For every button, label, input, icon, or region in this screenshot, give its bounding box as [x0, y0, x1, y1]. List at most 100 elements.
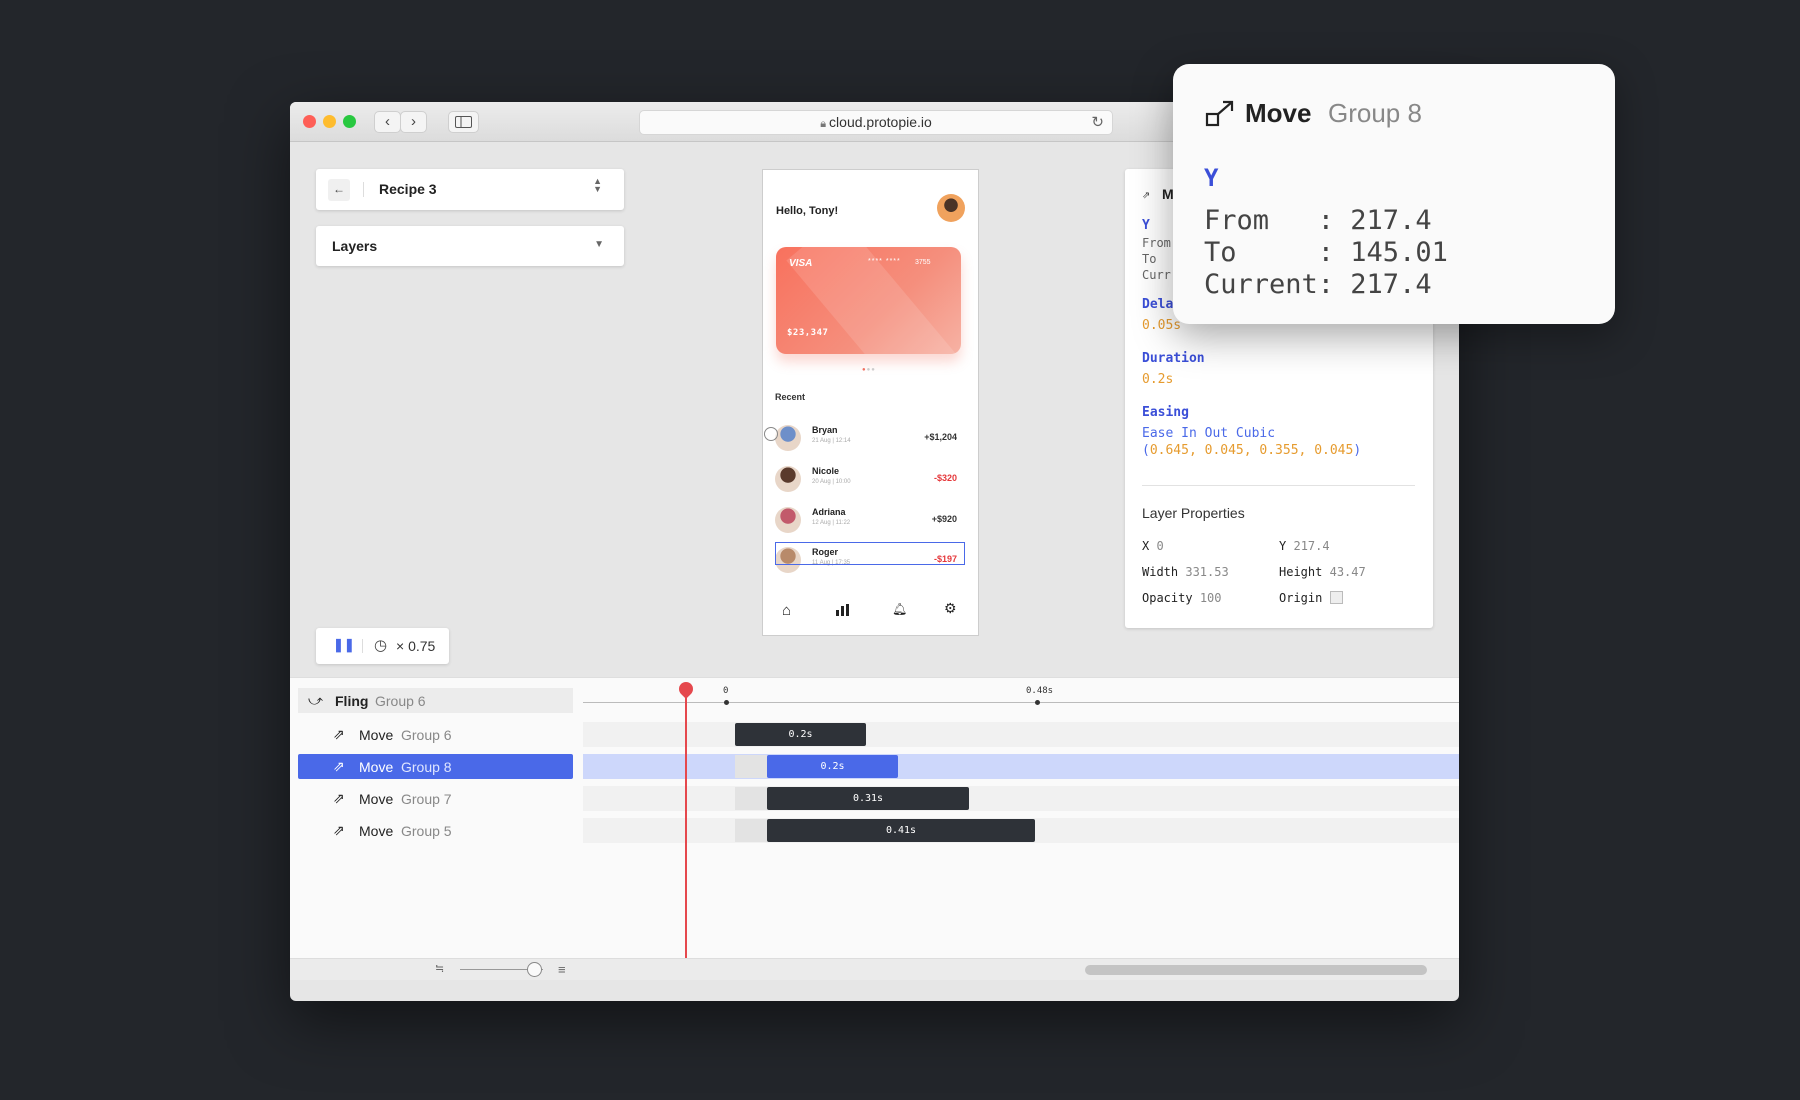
easing-close-paren: ) — [1353, 443, 1362, 458]
delay-block — [735, 819, 767, 842]
address-bar[interactable]: 🔒︎ cloud.protopie.io ↻ — [639, 110, 1113, 135]
row-group-label: Group 6 — [401, 727, 452, 743]
lock-icon: 🔒︎ — [820, 118, 827, 130]
transaction-row[interactable]: Bryan 21 Aug | 12:14 +$1,204 — [775, 423, 965, 457]
prop-height-label: Height — [1279, 565, 1323, 579]
timeline-row-fling-group-6[interactable]: ⤻ Fling Group 6 — [298, 688, 573, 713]
delay-block — [735, 787, 767, 810]
card-brand: VISA — [789, 258, 813, 269]
recipe-label: Recipe 3 — [379, 181, 437, 197]
layers-dropdown[interactable]: Layers ▼ — [316, 226, 624, 266]
pivot-handle[interactable] — [764, 427, 778, 441]
prop-y-value: 217.4 — [1293, 539, 1330, 553]
prop-height-value: 43.47 — [1329, 565, 1366, 579]
duration-bar[interactable]: 0.41s — [767, 819, 1035, 842]
timeline-track[interactable]: 0.41s — [583, 818, 1459, 843]
credit-card[interactable]: VISA **** **** 3755 $23,347 — [776, 247, 961, 354]
timeline-row-move-group-6[interactable]: ⇗ Move Group 6 — [298, 722, 573, 747]
prop-x-value: 0 — [1156, 539, 1164, 553]
home-icon[interactable]: ⌂ — [782, 602, 791, 619]
card-pager-dots: ●●● — [862, 367, 876, 373]
layer-properties-title: Layer Properties — [1142, 505, 1245, 521]
y-label: Y — [1142, 218, 1150, 233]
playhead[interactable] — [685, 698, 687, 960]
ruler-mark-label: 0.48s — [1026, 686, 1054, 696]
easing-open-paren: ( — [1142, 443, 1150, 458]
row-action-label: Move — [359, 791, 394, 807]
avatar — [775, 466, 801, 492]
prop-width-label: Width — [1142, 565, 1179, 579]
timeline-row-move-group-7[interactable]: ⇗ Move Group 7 — [298, 786, 573, 811]
timeline-panel: ⤻ Fling Group 6 ⇗ Move Group 6 0.2s ⇗ Move Group … — [290, 677, 1459, 980]
back-arrow-icon[interactable]: ← — [328, 179, 350, 201]
current-label: Curr — [1142, 268, 1171, 282]
gear-icon[interactable]: ⚙ — [944, 600, 957, 617]
timeline-track[interactable]: 0.2s — [583, 754, 1459, 779]
greeting: Hello, Tony! — [776, 205, 839, 217]
property-callout-card: Move Group 8 Y From : 217.4 To : 145.01 … — [1173, 64, 1615, 324]
duration-bar[interactable]: 0.31s — [767, 787, 969, 810]
ruler-start-label: 0 — [723, 686, 729, 696]
popup-action: Move — [1245, 98, 1312, 128]
zoom-out-icon[interactable]: ≒ — [435, 962, 444, 975]
prop-x: X 0 — [1142, 539, 1164, 553]
forward-button[interactable]: › — [400, 111, 427, 133]
delay-block — [735, 755, 767, 778]
timeline-bottom-bar: ≒ ≡ — [290, 958, 1459, 980]
bell-icon[interactable]: 🔔︎ — [892, 602, 907, 616]
duration-bar[interactable]: 0.2s — [767, 755, 898, 778]
sidebar-toggle-button[interactable] — [448, 111, 479, 133]
zoom-slider-thumb[interactable] — [527, 962, 542, 977]
timeline-row-move-group-5[interactable]: ⇗ Move Group 5 — [298, 818, 573, 843]
roger-selection-outline — [775, 542, 965, 565]
move-icon: ⇗ — [333, 726, 345, 742]
timeline-row-move-group-8[interactable]: ⇗ Move Group 8 — [298, 754, 573, 779]
reload-icon[interactable]: ↻ — [1091, 111, 1104, 134]
row-group-label: Group 7 — [401, 791, 452, 807]
delay-value: 0.05s — [1142, 318, 1182, 333]
duration-bar[interactable]: 0.2s — [735, 723, 866, 746]
back-button[interactable]: ‹ — [374, 111, 401, 133]
inspector-header: M — [1162, 186, 1174, 202]
move-icon: ⇗ — [333, 758, 345, 774]
timeline-track[interactable]: 0.2s — [583, 722, 1459, 747]
timeline-track[interactable]: 0.31s — [583, 786, 1459, 811]
duration-label: Duration — [1142, 351, 1205, 366]
pause-button[interactable]: ❚❚ — [333, 637, 355, 653]
zoom-in-icon[interactable]: ≡ — [558, 962, 566, 977]
to-label: To — [1142, 252, 1157, 266]
speed-label[interactable]: × 0.75 — [396, 638, 435, 654]
divider — [362, 639, 363, 653]
from-label: From — [1142, 236, 1171, 250]
stats-icon[interactable] — [836, 604, 850, 616]
card-last4: 3755 — [915, 259, 931, 266]
transaction-date: 20 Aug | 10:00 — [812, 479, 851, 485]
layers-label: Layers — [332, 238, 378, 254]
minimize-window-button[interactable] — [323, 115, 336, 128]
recipe-selector[interactable]: ← Recipe 3 ▲ ▼ — [316, 169, 624, 210]
row-group-label: Group 6 — [375, 693, 426, 709]
row-action-label: Fling — [335, 693, 369, 709]
popup-from-line: From : 217.4 — [1204, 205, 1432, 236]
easing-name: Ease In Out Cubic — [1142, 426, 1276, 441]
transaction-date: 21 Aug | 12:14 — [812, 438, 851, 444]
prop-opacity-value: 100 — [1199, 591, 1222, 605]
transaction-row[interactable]: Nicole 20 Aug | 10:00 -$320 — [775, 464, 965, 498]
phone-preview[interactable]: Hello, Tony! VISA **** **** 3755 $23,347… — [762, 169, 979, 636]
origin-swatch[interactable] — [1329, 591, 1343, 604]
close-window-button[interactable] — [303, 115, 316, 128]
row-action-label: Move — [359, 823, 394, 839]
easing-values: 0.645, 0.045, 0.355, 0.045 — [1149, 443, 1354, 458]
popup-property: Y — [1204, 164, 1219, 192]
horizontal-scrollbar[interactable] — [1085, 965, 1427, 975]
prop-height: Height 43.47 — [1279, 565, 1366, 579]
card-balance: $23,347 — [787, 328, 829, 338]
transaction-amount: -$320 — [933, 473, 957, 483]
maximize-window-button[interactable] — [343, 115, 356, 128]
playback-controls: ❚❚ ◷ × 0.75 — [316, 628, 449, 664]
prop-y: Y 217.4 — [1279, 539, 1330, 553]
tab-bar: ⌂ 🔔︎ ⚙ — [763, 600, 978, 624]
prop-origin: Origin — [1279, 591, 1343, 605]
sidebar-icon — [455, 116, 472, 128]
transaction-row[interactable]: Adriana 12 Aug | 11:22 +$920 — [775, 505, 965, 539]
